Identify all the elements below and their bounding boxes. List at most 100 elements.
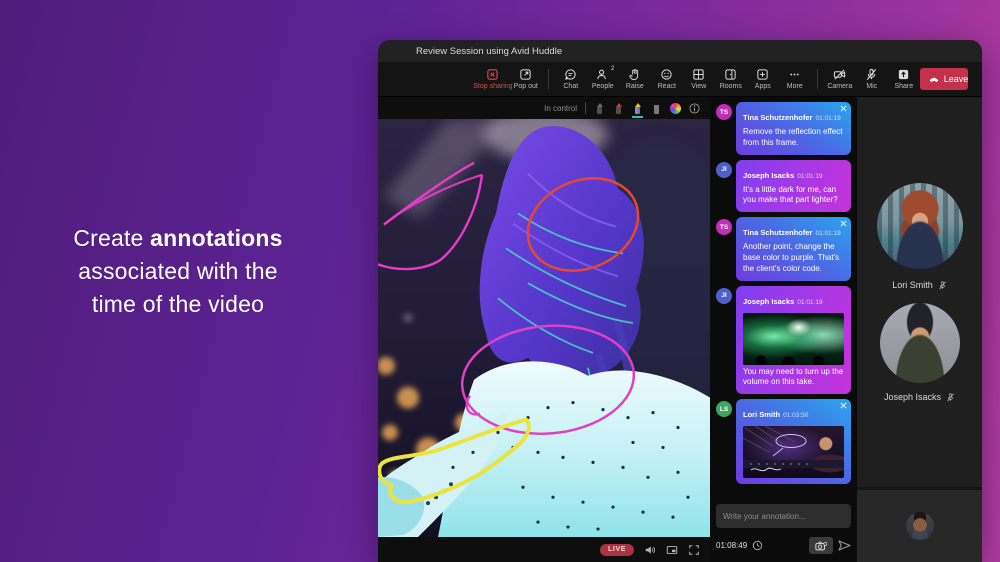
leave-label: Leave: [944, 74, 968, 84]
attached-video-frame-concert[interactable]: [743, 313, 844, 365]
chat-icon: [564, 68, 577, 81]
marker-body: [616, 107, 621, 114]
leave-button[interactable]: Leave: [920, 68, 968, 90]
share-label: Share: [894, 83, 913, 90]
close-icon: [840, 402, 847, 409]
raise-hand-button[interactable]: Raise: [623, 68, 647, 90]
react-button[interactable]: React: [655, 68, 679, 90]
fullscreen-button[interactable]: [688, 544, 700, 556]
avatar-initials: LS: [716, 401, 732, 417]
more-icon: [788, 68, 801, 81]
pop-out-icon: [519, 68, 532, 81]
toolbar-divider: [548, 69, 549, 89]
live-badge: LIVE: [600, 544, 634, 556]
attached-video-frame-studio[interactable]: [743, 426, 844, 478]
rooms-label: Rooms: [720, 83, 742, 90]
close-icon: [840, 220, 847, 227]
stop-sharing-icon: [486, 68, 499, 81]
message-timestamp: 01:01:19: [815, 230, 840, 237]
more-button[interactable]: More: [783, 68, 807, 90]
dismiss-annotation-button[interactable]: [840, 105, 847, 112]
react-icon: [660, 68, 673, 81]
message-text: Another point, change the base color to …: [743, 242, 844, 274]
pen-tool[interactable]: [594, 102, 605, 115]
camera-label: Camera: [827, 83, 852, 90]
video-frame-art: [378, 119, 710, 537]
leave-main[interactable]: Leave: [920, 73, 968, 85]
people-button[interactable]: 2 People: [591, 68, 615, 90]
pop-out-label: Pop out: [514, 83, 538, 90]
message-text: Remove the reflection effect from this f…: [743, 127, 844, 149]
annotation-message: LS Lori Smith01:03:50: [716, 399, 851, 484]
meeting-window: Review Session using Avid Huddle Stop sh…: [378, 40, 982, 562]
current-video-time: 01:08:49: [716, 541, 747, 550]
annotation-toolbar-divider: [585, 102, 586, 114]
message-text: It's a little dark for me, can you make …: [743, 185, 844, 207]
video-annotation-canvas[interactable]: [378, 119, 710, 537]
mic-muted-icon: [946, 393, 955, 402]
message-timestamp: 01:03:50: [783, 412, 808, 419]
share-icon: [897, 68, 910, 81]
message-bubble[interactable]: Lori Smith01:03:50: [736, 399, 851, 484]
pip-button[interactable]: [666, 544, 678, 556]
info-icon[interactable]: [689, 103, 700, 114]
title-bar: Review Session using Avid Huddle: [378, 40, 982, 62]
participant-avatar-joseph[interactable]: [880, 303, 960, 383]
participant-row-joseph: Joseph Isacks: [857, 392, 982, 402]
hero-line2: associated with the: [78, 258, 277, 284]
volume-button[interactable]: [644, 544, 656, 556]
marker-tool[interactable]: [613, 102, 624, 115]
fullscreen-icon: [688, 544, 700, 556]
annotation-message: JI Joseph Isacks01:01:19 It's a little d…: [716, 160, 851, 213]
chat-label: Chat: [563, 83, 578, 90]
pen-body: [597, 107, 602, 114]
send-icon: [838, 540, 851, 551]
share-button[interactable]: Share: [892, 68, 916, 90]
dismiss-annotation-button[interactable]: [840, 402, 847, 409]
participants-panel: Lori Smith Joseph Isacks: [857, 97, 982, 562]
eraser-tool[interactable]: [651, 102, 662, 115]
color-wheel-picker[interactable]: [670, 103, 681, 114]
window-title: Review Session using Avid Huddle: [416, 46, 562, 57]
pen-tip: [597, 103, 603, 107]
message-bubble[interactable]: Tina Schutzenhofer01:01:19 Another point…: [736, 217, 851, 280]
avatar-initials: TS: [716, 219, 732, 235]
meeting-toolbar: Stop sharing Pop out Chat 2 People Raise…: [378, 62, 982, 97]
rooms-button[interactable]: Rooms: [719, 68, 743, 90]
view-label: View: [691, 83, 706, 90]
apps-label: Apps: [755, 83, 771, 90]
avatar-initials: JI: [716, 162, 732, 178]
chat-button[interactable]: Chat: [559, 68, 583, 90]
highlighter-body: [635, 107, 640, 114]
stop-sharing-button[interactable]: Stop sharing: [480, 68, 506, 90]
close-icon: [840, 105, 847, 112]
highlighter-tool-selected[interactable]: [632, 102, 643, 115]
message-bubble[interactable]: Joseph Isacks01:01:19 You may need to tu…: [736, 286, 851, 395]
self-view-avatar: [906, 512, 934, 540]
camera-off-icon: [833, 68, 846, 81]
camera-toggle-button[interactable]: Camera: [828, 68, 852, 90]
self-view-tile[interactable]: [857, 487, 982, 562]
toolbar-divider: [817, 69, 818, 89]
message-bubble[interactable]: Joseph Isacks01:01:19 It's a little dark…: [736, 160, 851, 213]
react-label: React: [658, 83, 676, 90]
dismiss-annotation-button[interactable]: [840, 220, 847, 227]
pop-out-button[interactable]: Pop out: [514, 68, 538, 90]
eraser-body: [654, 105, 659, 114]
message-author: Joseph Isacks: [743, 171, 794, 180]
message-bubble[interactable]: Tina Schutzenhofer01:01:19 Remove the re…: [736, 102, 851, 155]
annotation-input[interactable]: [716, 504, 851, 528]
attach-frame-button[interactable]: [809, 537, 833, 554]
mic-toggle-button[interactable]: Mic: [860, 68, 884, 90]
speaker-icon: [644, 544, 656, 556]
meeting-body: In control: [378, 97, 982, 562]
message-timestamp: 01:01:19: [797, 173, 822, 180]
time-history-button[interactable]: [752, 540, 763, 551]
send-annotation-button[interactable]: [838, 540, 851, 551]
participant-avatar-lori[interactable]: [877, 183, 963, 269]
view-button[interactable]: View: [687, 68, 711, 90]
participant-name: Joseph Isacks: [884, 392, 941, 402]
apps-button[interactable]: Apps: [751, 68, 775, 90]
in-control-label: In control: [544, 104, 577, 113]
raise-hand-icon: [628, 68, 641, 81]
